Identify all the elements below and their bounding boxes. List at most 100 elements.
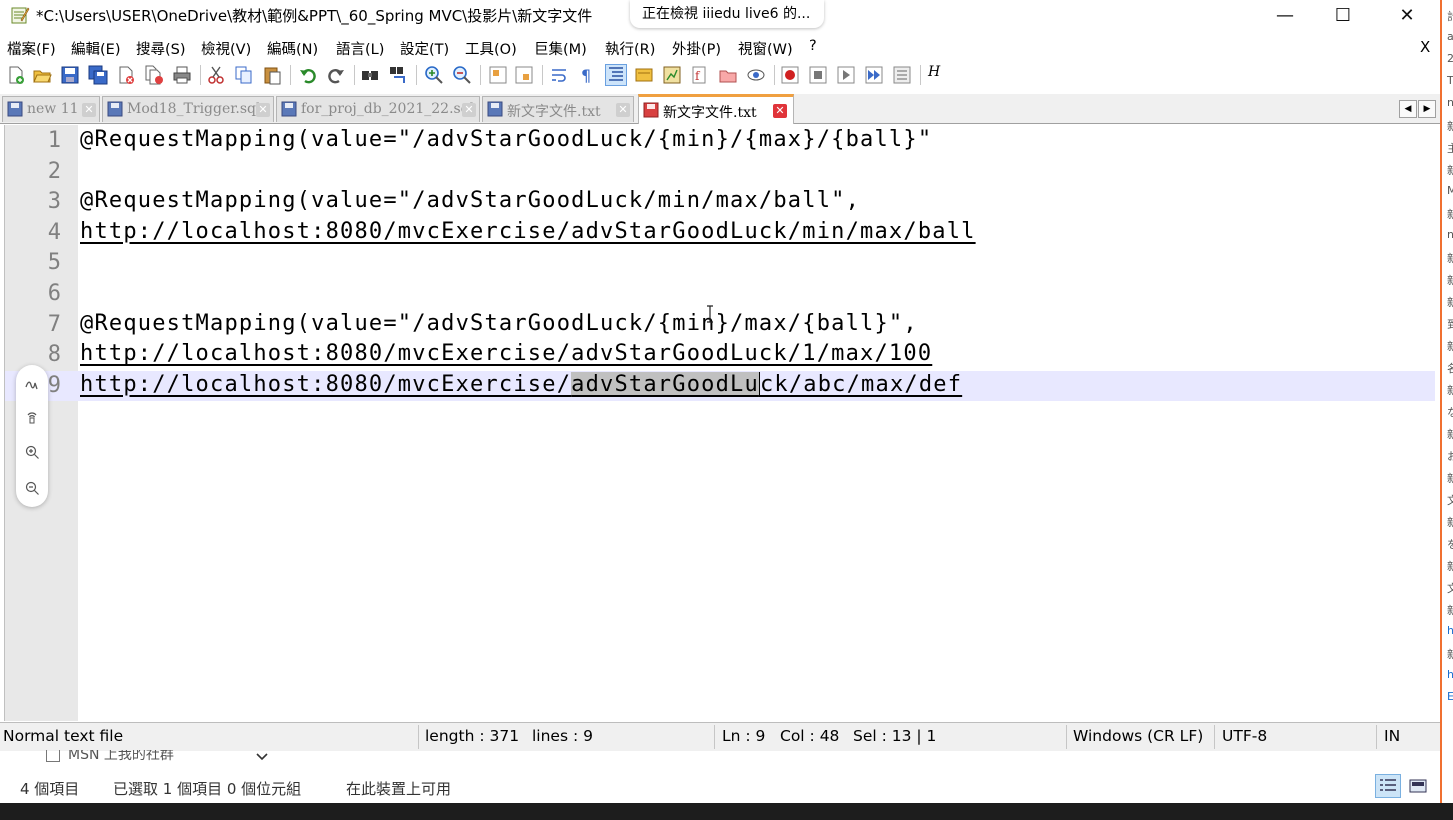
open-folder-icon[interactable] — [32, 65, 52, 85]
adjacent-link[interactable]: E — [1447, 690, 1453, 703]
menu-macro[interactable]: 巨集(M) — [534, 38, 587, 59]
monitoring-icon[interactable] — [746, 65, 766, 85]
file-saved-icon — [487, 101, 503, 117]
copy-icon[interactable] — [234, 65, 254, 85]
close-tab-icon[interactable]: ✕ — [82, 103, 96, 117]
menu-search[interactable]: 搜尋(S) — [136, 38, 186, 59]
adjacent-text: 新 — [1447, 382, 1453, 398]
tab-new-text-file-active[interactable]: 新文字文件.txt ✕ — [638, 94, 794, 124]
maximize-button[interactable]: ☐ — [1320, 0, 1366, 30]
status-eol[interactable]: Windows (CR LF) — [1073, 727, 1203, 745]
cut-icon[interactable] — [206, 65, 226, 85]
line-number: 1 — [47, 128, 61, 153]
print-icon[interactable] — [172, 65, 192, 85]
minimize-button[interactable]: — — [1262, 0, 1308, 30]
menu-help[interactable]: ? — [809, 38, 817, 54]
doc-map-icon[interactable] — [662, 65, 682, 85]
status-file-type: Normal text file — [3, 727, 124, 745]
large-icons-view-icon[interactable] — [1406, 775, 1430, 797]
zoom-in-icon[interactable] — [424, 65, 444, 85]
save-all-icon[interactable] — [88, 65, 108, 85]
menu-settings[interactable]: 設定(T) — [400, 38, 449, 59]
close-button[interactable]: ✕ — [1384, 0, 1430, 30]
show-all-chars-icon[interactable]: ¶ — [576, 65, 596, 85]
handwriting-icon[interactable] — [24, 375, 40, 391]
replace-icon[interactable] — [388, 65, 408, 85]
find-icon[interactable] — [360, 65, 380, 85]
play-macro-icon[interactable] — [836, 65, 856, 85]
editor-area[interactable]: 1 @RequestMapping(value="/advStarGoodLuc… — [4, 125, 1438, 721]
text-caret: ck/abc/max/def — [758, 371, 963, 397]
tab-label: Mod18_Trigger.sql — [127, 101, 261, 117]
menu-edit[interactable]: 編輯(E) — [71, 38, 120, 59]
folder-workspace-icon[interactable] — [718, 65, 738, 85]
url-text[interactable]: http://localhost:8080/mvcExercise/advSta… — [80, 371, 963, 397]
sync-horizontal-icon[interactable] — [514, 65, 534, 85]
adjacent-window-strip: 計 a 2 T n 新 主 新 M 新 n 新 新 新 到 新 名 新 な 新 … — [1440, 0, 1453, 803]
adjacent-text: n — [1447, 96, 1453, 109]
url-text[interactable]: http://localhost:8080/mvcExercise/advSta… — [80, 341, 932, 366]
new-file-icon[interactable] — [6, 65, 26, 85]
adjacent-link[interactable]: h — [1447, 668, 1453, 681]
menu-encoding[interactable]: 編碼(N) — [267, 38, 318, 59]
adjacent-link[interactable]: h — [1447, 624, 1453, 637]
status-bar: Normal text file length : 371 lines : 9 … — [0, 722, 1440, 751]
save-macro-icon[interactable] — [892, 65, 912, 85]
tab-for-proj-db[interactable]: for_proj_db_2021_22.sql ✕ — [276, 96, 480, 122]
details-view-icon[interactable] — [1375, 774, 1401, 798]
adjacent-text: 新 — [1447, 558, 1453, 574]
save-icon[interactable] — [60, 65, 80, 85]
menu-tools[interactable]: 工具(O) — [465, 38, 517, 59]
url-text[interactable]: http://localhost:8080/mvcExercise/advSta… — [80, 219, 976, 244]
broadcast-icon[interactable] — [24, 409, 40, 425]
adjacent-text: 新 — [1447, 250, 1453, 266]
close-tab-icon[interactable]: ✕ — [616, 103, 630, 117]
indent-guide-icon[interactable] — [605, 64, 627, 86]
menu-view[interactable]: 檢視(V) — [201, 38, 251, 59]
tab-label: 新文字文件.txt — [663, 105, 757, 121]
status-encoding[interactable]: UTF-8 — [1222, 727, 1267, 745]
status-lines: lines : 9 — [532, 727, 593, 745]
menu-run[interactable]: 執行(R) — [605, 38, 655, 59]
record-macro-icon[interactable] — [780, 65, 800, 85]
word-wrap-icon[interactable] — [550, 65, 570, 85]
undo-icon[interactable] — [298, 65, 318, 85]
adjacent-text: 新 — [1447, 602, 1453, 618]
zoom-out-icon[interactable] — [24, 480, 40, 496]
close-document-button[interactable]: X — [1420, 38, 1430, 56]
status-insert-mode[interactable]: IN — [1384, 727, 1400, 745]
menu-language[interactable]: 語言(L) — [336, 38, 384, 59]
checkbox[interactable] — [46, 750, 60, 762]
close-tab-icon[interactable]: ✕ — [773, 104, 787, 118]
paste-icon[interactable] — [262, 65, 282, 85]
close-tab-icon[interactable]: ✕ — [462, 103, 476, 117]
function-list-icon[interactable]: f — [690, 65, 710, 85]
code-line: 3 @RequestMapping(value="/advStarGoodLuc… — [5, 187, 1435, 218]
current-code-line: 9 http://localhost:8080/mvcExercise/advS… — [5, 370, 1435, 402]
sync-vertical-icon[interactable] — [488, 65, 508, 85]
tab-new-text-file-1[interactable]: 新文字文件.txt ✕ — [482, 96, 634, 122]
menu-file[interactable]: 檔案(F) — [7, 38, 56, 59]
menu-window[interactable]: 視窗(W) — [738, 38, 793, 59]
file-modified-icon — [643, 102, 659, 118]
close-all-icon[interactable] — [144, 65, 164, 85]
chevron-down-icon[interactable] — [255, 751, 269, 763]
stop-macro-icon[interactable] — [808, 65, 828, 85]
redo-icon[interactable] — [326, 65, 346, 85]
close-file-icon[interactable] — [116, 65, 136, 85]
screen-share-indicator[interactable]: 正在檢視 iiiedu live6 的... — [630, 0, 825, 28]
run-macro-multiple-icon[interactable] — [864, 65, 884, 85]
menu-plugins[interactable]: 外掛(P) — [672, 38, 721, 59]
close-tab-icon[interactable]: ✕ — [256, 103, 270, 117]
tab-scroll-right-icon[interactable]: ▶ — [1418, 100, 1436, 118]
tab-new-11[interactable]: new 11 ✕ — [2, 96, 100, 122]
tab-mod18-trigger[interactable]: Mod18_Trigger.sql ✕ — [102, 96, 274, 122]
tab-scroll-left-icon[interactable]: ◀ — [1399, 100, 1417, 118]
explorer-selected-info: 已選取 1 個項目 0 個位元組 — [113, 780, 302, 798]
zoom-in-icon[interactable] — [24, 444, 40, 460]
zoom-out-icon[interactable] — [452, 65, 472, 85]
line-number: 5 — [47, 250, 61, 276]
user-language-icon[interactable] — [634, 65, 654, 85]
plugin-h-icon[interactable]: H — [928, 64, 948, 84]
code-line: 1 @RequestMapping(value="/advStarGoodLuc… — [5, 126, 1435, 157]
